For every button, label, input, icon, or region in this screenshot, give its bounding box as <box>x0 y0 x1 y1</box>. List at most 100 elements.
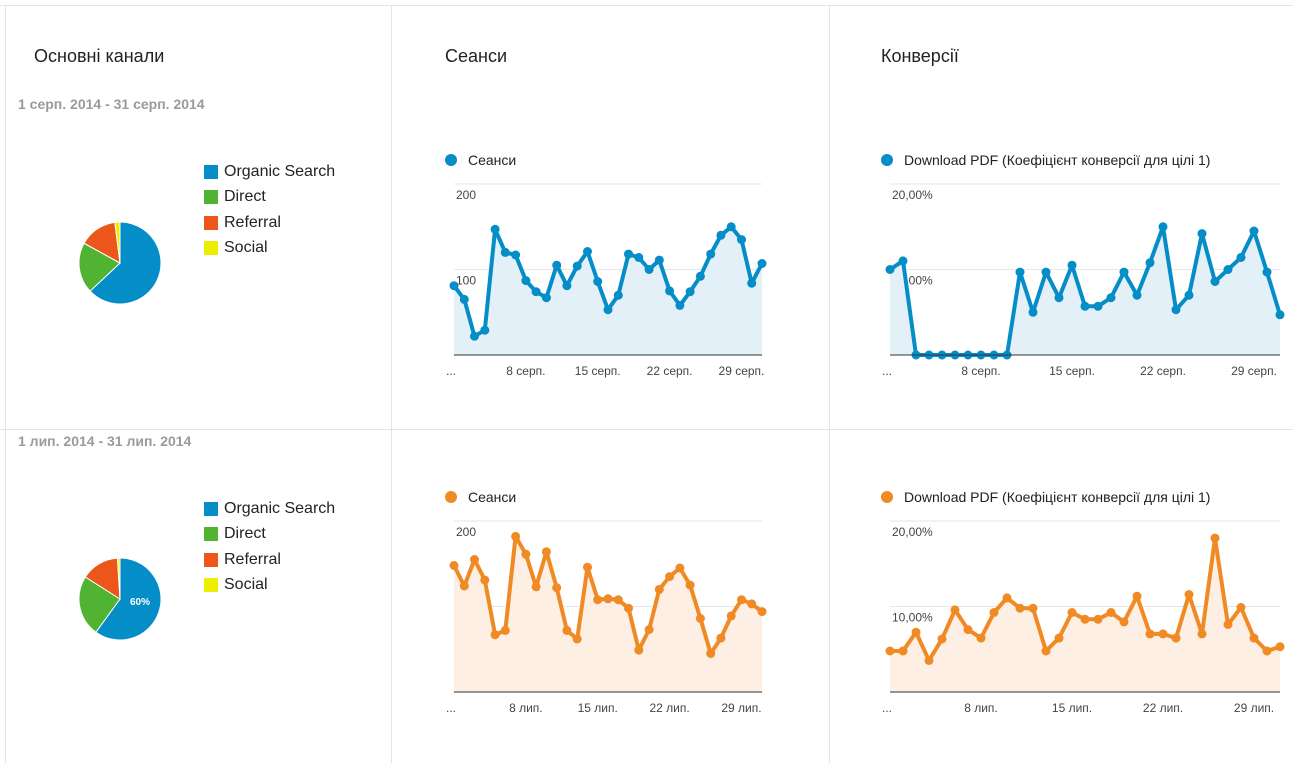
data-point <box>747 278 757 288</box>
data-point <box>654 255 664 265</box>
data-point <box>541 547 551 557</box>
data-point <box>1080 301 1090 311</box>
frame-column-divider-2 <box>829 5 830 763</box>
channels-pie-chart-august[interactable] <box>78 218 162 308</box>
data-point <box>1041 646 1051 656</box>
data-point <box>511 250 521 260</box>
data-point <box>480 325 490 335</box>
x-axis-label: 8 лип. <box>964 701 998 715</box>
sessions-legend-july[interactable]: Сеанси <box>445 489 516 505</box>
conversions-legend-august[interactable]: Download PDF (Коефіцієнт конверсії для ц… <box>881 152 1210 168</box>
x-axis-label: ... <box>446 364 456 378</box>
sessions-line-chart-august[interactable]: 200 100... 8 серп. 15 серп. 22 серп. 29 серп. <box>440 176 780 386</box>
data-point <box>737 235 746 245</box>
data-point <box>1106 608 1116 617</box>
legend-item-referral[interactable]: Referral <box>204 210 335 236</box>
data-point <box>583 562 592 572</box>
data-point <box>562 281 572 291</box>
x-axis-label: 29 лип. <box>1234 701 1274 715</box>
legend-label: Organic Search <box>224 162 336 180</box>
data-point <box>737 595 746 605</box>
legend-label: Direct <box>224 188 266 206</box>
x-axis-label: 22 серп. <box>1140 364 1186 378</box>
data-point <box>1184 290 1194 300</box>
data-point <box>1028 307 1038 317</box>
organic-search-swatch <box>204 164 218 179</box>
data-point <box>706 649 716 658</box>
series-name: Download PDF (Коефіцієнт конверсії для ц… <box>904 489 1211 505</box>
series-area <box>890 226 1280 355</box>
legend-item-organic-search[interactable]: Organic Search <box>204 496 335 522</box>
data-point <box>706 249 716 259</box>
x-axis-label: ... <box>446 701 456 715</box>
period-label-july: 1 лип. 2014 - 31 лип. 2014 <box>18 433 192 449</box>
data-point <box>490 224 500 234</box>
data-point <box>521 549 531 559</box>
sessions-line-chart-july[interactable]: 200100...8 лип.15 лип.22 лип.29 лип. <box>440 513 780 723</box>
period-label-august: 1 серп. 2014 - 31 серп. 2014 <box>18 96 205 112</box>
y-axis-label: 200 <box>456 188 476 202</box>
conversions-line-chart-july[interactable]: 20,00% 10,00%... 8 лип. 15 лип. 22 лип. 29 ли… <box>876 513 1288 723</box>
data-point <box>716 633 726 643</box>
data-point <box>1197 629 1207 639</box>
data-point <box>1132 290 1142 300</box>
data-point <box>1262 267 1272 277</box>
data-point <box>885 646 895 656</box>
series-dot-icon <box>881 491 893 503</box>
legend-item-referral[interactable]: Referral <box>204 547 335 573</box>
legend-item-direct[interactable]: Direct <box>204 185 335 211</box>
x-axis-label: 22 лип. <box>1143 701 1183 715</box>
data-point <box>1119 617 1129 627</box>
data-point <box>989 608 999 617</box>
x-axis-label: 29 лип. <box>721 701 761 715</box>
data-point <box>1002 593 1012 603</box>
data-point <box>1093 301 1103 311</box>
frame-top-line <box>0 5 1293 6</box>
legend-item-social[interactable]: Social <box>204 573 335 599</box>
data-point <box>634 645 644 655</box>
direct-swatch <box>204 527 218 542</box>
data-point <box>911 627 921 637</box>
data-point <box>490 630 500 640</box>
data-point <box>1093 614 1103 624</box>
data-point <box>511 531 521 541</box>
conversions-column-title: Конверсії <box>881 46 959 66</box>
referral-swatch <box>204 215 218 230</box>
data-point <box>1054 633 1064 643</box>
x-axis-label: 8 серп. <box>506 364 545 378</box>
data-point <box>1249 226 1259 236</box>
data-point <box>613 595 623 605</box>
legend-item-social[interactable]: Social <box>204 236 335 262</box>
data-point <box>1119 267 1129 277</box>
channels-pie-chart-july[interactable]: 60% <box>78 554 162 644</box>
data-point <box>624 603 633 613</box>
data-point <box>716 230 726 240</box>
x-axis-label: ... <box>882 364 892 378</box>
data-point <box>726 611 736 621</box>
data-point <box>1106 293 1116 303</box>
series-name: Download PDF (Коефіцієнт конверсії для ц… <box>904 152 1211 168</box>
legend-item-organic-search[interactable]: Organic Search <box>204 159 335 185</box>
data-point <box>1210 533 1220 543</box>
data-point <box>1275 310 1285 320</box>
data-point <box>963 625 973 635</box>
data-point <box>644 265 654 274</box>
data-point <box>665 572 675 582</box>
legend-label: Direct <box>224 525 266 543</box>
x-axis-label: 15 серп. <box>575 364 621 378</box>
legend-label: Referral <box>224 213 281 231</box>
legend-item-direct[interactable]: Direct <box>204 522 335 548</box>
conversions-legend-july[interactable]: Download PDF (Коефіцієнт конверсії для ц… <box>881 489 1210 505</box>
data-point <box>1067 260 1077 270</box>
data-point <box>898 256 908 266</box>
x-axis-label: 15 лип. <box>578 701 618 715</box>
legend-label: Referral <box>224 550 281 568</box>
data-point <box>634 253 644 262</box>
conversions-line-chart-august[interactable]: 20,00%10,00%... 8 серп. 15 серп. 22 серп. 29… <box>876 176 1288 386</box>
y-axis-label: 100 <box>456 274 476 288</box>
data-point <box>459 294 469 304</box>
frame-column-divider-1 <box>391 5 392 763</box>
sessions-legend-august[interactable]: Сеанси <box>445 152 516 168</box>
x-axis-label: 29 серп. <box>719 364 765 378</box>
data-point <box>1236 602 1246 612</box>
